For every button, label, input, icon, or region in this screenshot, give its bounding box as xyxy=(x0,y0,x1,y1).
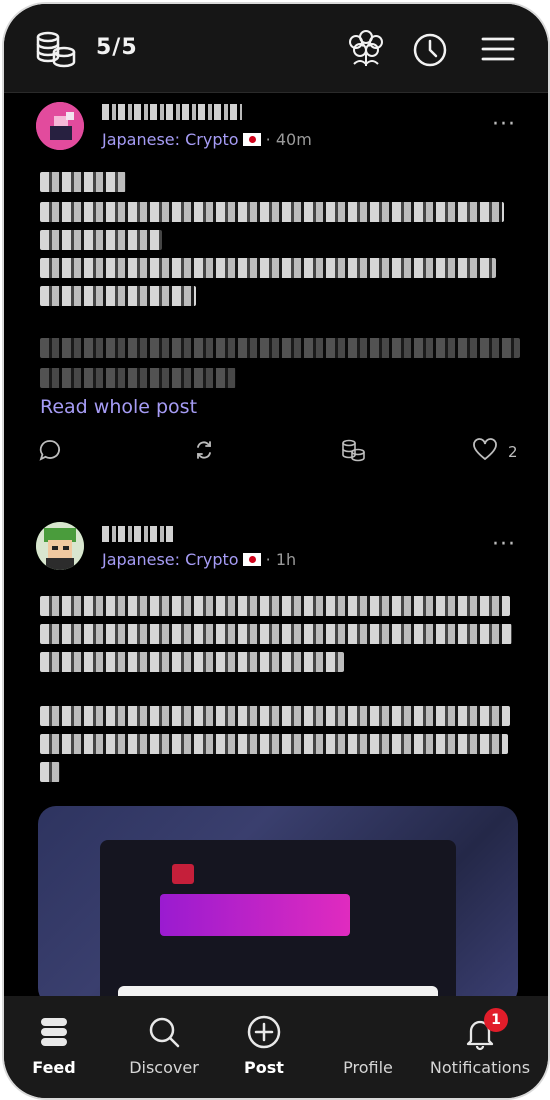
more-options-button[interactable]: ··· xyxy=(492,112,516,137)
post-time: 40m xyxy=(275,130,312,149)
tab-feed[interactable]: Feed xyxy=(16,996,92,1098)
japan-flag-icon xyxy=(242,133,261,146)
post-card[interactable]: Japanese: Crypto · 40m ··· Read whole po… xyxy=(4,92,548,492)
image-panel xyxy=(118,986,438,996)
notification-badge: 1 xyxy=(484,1008,508,1032)
post-text-line xyxy=(40,596,510,616)
post-text-line xyxy=(40,652,344,672)
tab-label: Profile xyxy=(343,1058,393,1077)
post-card[interactable]: Japanese: Crypto · 1h ··· xyxy=(4,512,548,996)
bottom-tab-bar: Feed Discover Post Profile 1 Notificatio… xyxy=(4,996,548,1098)
coins-icon[interactable] xyxy=(34,30,78,70)
post-meta: Japanese: Crypto · 40m xyxy=(102,130,312,149)
profile-icon xyxy=(348,1012,388,1052)
author-name[interactable] xyxy=(102,526,174,542)
top-bar: 5/5 xyxy=(4,4,548,93)
clock-icon[interactable] xyxy=(412,32,448,68)
post-image[interactable] xyxy=(38,806,518,996)
post-text-line xyxy=(40,762,60,782)
tab-label: Post xyxy=(244,1058,284,1077)
japan-flag-icon xyxy=(242,553,261,566)
channel-name[interactable]: Japanese: Crypto xyxy=(102,550,239,569)
heart-icon[interactable] xyxy=(472,438,498,462)
channel-name[interactable]: Japanese: Crypto xyxy=(102,130,239,149)
flower-mascot-icon[interactable] xyxy=(344,28,388,72)
post-text-line xyxy=(40,368,236,388)
post-text-line xyxy=(40,734,508,754)
post-time: 1h xyxy=(275,550,297,569)
tab-notifications[interactable]: 1 Notifications xyxy=(418,996,542,1098)
more-options-button[interactable]: ··· xyxy=(492,532,516,557)
tab-discover[interactable]: Discover xyxy=(114,996,214,1098)
separator: · xyxy=(265,130,271,149)
daily-counter: 5/5 xyxy=(96,35,138,60)
feed[interactable]: Japanese: Crypto · 40m ··· Read whole po… xyxy=(4,92,548,996)
menu-icon[interactable] xyxy=(480,34,516,64)
post-text-line xyxy=(40,286,196,306)
avatar[interactable] xyxy=(36,522,84,570)
avatar[interactable] xyxy=(36,102,84,150)
feed-icon xyxy=(41,1018,67,1046)
post-text-line xyxy=(40,258,496,278)
search-icon xyxy=(149,1017,180,1048)
repost-icon[interactable] xyxy=(192,438,216,462)
tab-label: Feed xyxy=(32,1058,76,1077)
tab-label: Notifications xyxy=(429,1058,531,1077)
comment-icon[interactable] xyxy=(38,438,62,462)
tab-post[interactable]: Post xyxy=(226,996,302,1098)
post-text-line xyxy=(40,624,512,644)
post-text-line xyxy=(40,202,504,222)
post-text-line xyxy=(40,706,510,726)
read-whole-post-link[interactable]: Read whole post xyxy=(40,396,197,418)
image-banner xyxy=(160,894,350,936)
tip-coins-icon[interactable] xyxy=(340,438,366,464)
post-text-line xyxy=(40,172,126,192)
post-actions: 2 xyxy=(4,438,548,468)
tab-profile[interactable]: Profile xyxy=(330,996,406,1098)
like-count: 2 xyxy=(508,443,518,461)
tab-label: Discover xyxy=(129,1058,199,1077)
plus-circle-icon xyxy=(247,1015,281,1049)
author-name[interactable] xyxy=(102,104,242,120)
post-meta: Japanese: Crypto · 1h xyxy=(102,550,296,569)
phone-frame: 5/5 Japanese: Crypto · 40m ··· Read whol… xyxy=(2,2,550,1100)
post-text-line xyxy=(40,338,520,358)
image-logo xyxy=(172,864,194,884)
separator: · xyxy=(265,550,271,569)
post-text-line xyxy=(40,230,162,250)
